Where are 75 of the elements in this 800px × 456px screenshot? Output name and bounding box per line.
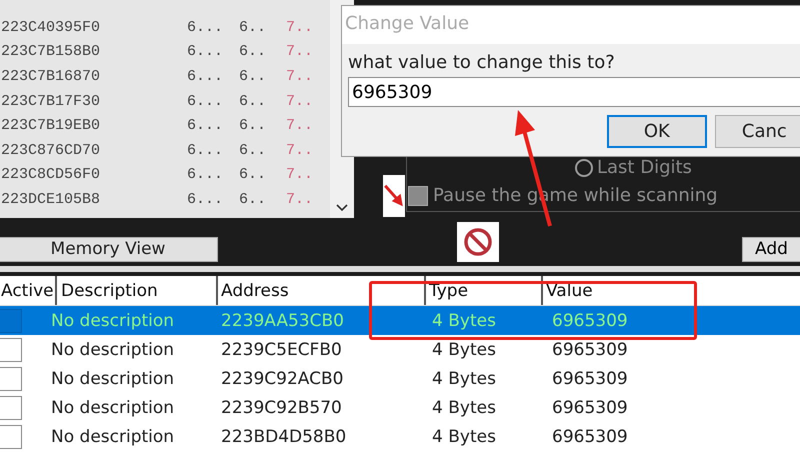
table-row[interactable]: No description 2239C92ACB0 4 Bytes 6965309 [0,364,800,393]
table-cell-text: No description [50,398,176,418]
table-cell-text: 6965309 [551,310,629,330]
value-cell-text: 6... [187,166,224,184]
table-cell-text: 2239AA53CB0 [220,310,345,330]
value-cell-text: 6.. [239,166,268,184]
value-cell: 7.. [286,142,314,159]
value-cell-text: 6.. [239,18,268,36]
address-cell-text: 223C876CD70 [1,142,102,159]
checkbox[interactable] [0,396,22,420]
value-cell-text: 6.. [239,92,268,110]
table-cell-text: 4 Bytes [431,368,497,388]
value-cell: 7.. [286,117,314,134]
add-button[interactable]: Add [742,236,800,262]
table-cell-text: 2239C92ACB0 [220,368,344,388]
table-cell-text: No description [50,340,176,360]
table-cell-text: 223BD4D58B0 [220,426,348,446]
value-cell-text: 6... [187,68,224,85]
address-cell-text: 223C7B158B0 [1,43,102,60]
table-cell-text: No description [50,426,176,446]
value-cell-text: 6.. [239,117,268,134]
table-cell-text: 6965309 [551,368,629,388]
table-row[interactable]: No description 223BD4D58B0 4 Bytes 6965309 [0,422,800,451]
dialog-button[interactable]: Canc [714,115,800,148]
value-cell: 7.. [286,18,314,36]
table-row[interactable]: No description 2239C92B570 4 Bytes 6965309 [0,393,800,422]
dialog-button[interactable]: OK [607,115,707,148]
scroll-down-icon[interactable] [336,204,348,212]
prohibited-icon [463,227,493,257]
value-cell-text: 6.. [239,190,268,208]
prompt-text: what value to change this to? [348,52,616,73]
table-row[interactable]: No description 2239C5ECFB0 4 Bytes 6965309 [0,335,800,364]
address-cell-text: 223DCE105B8 [1,190,102,208]
add-address-button[interactable] [383,175,405,217]
value-cell-text: 6.. [239,43,268,60]
value-cell-text: 6... [187,142,224,159]
value-cell-text: 6... [187,190,224,208]
clear-button[interactable] [457,222,499,262]
checkbox[interactable] [0,308,22,332]
table-cell-text: 6965309 [551,398,629,418]
address-cell-text: 223C8CD56F0 [1,166,102,184]
table-cell-text: 4 Bytes [431,310,497,330]
column-header[interactable]: Value [543,276,800,305]
value-cell: 7.. [286,190,314,208]
address-cell-text: 223C7B19EB0 [1,117,102,134]
dialog-title: Change Value [342,6,800,44]
value-cell: 7.. [286,68,314,85]
table-cell-text: 6965309 [551,426,629,446]
table-cell-text: 6965309 [551,340,629,360]
address-cell-text: 223C7B17F30 [1,92,102,110]
table-cell-text: 2239C5ECFB0 [220,340,343,360]
checkbox[interactable] [0,366,22,390]
value-cell-text: 6.. [239,68,268,85]
table-cell-text: 4 Bytes [431,426,497,446]
checkbox[interactable] [0,424,22,448]
memory-view-button[interactable]: Memory View [0,236,218,262]
value-cell-text: 6... [187,92,224,110]
value-cell-text: 6... [187,18,224,36]
table-cell-text: 2239C92B570 [220,398,343,418]
value-cell-text: 6... [187,117,224,134]
table-cell-text: 4 Bytes [431,340,497,360]
value-cell-text: 6.. [239,142,268,159]
address-cell-text: 223C40395F0 [1,18,102,36]
checkbox[interactable] [408,186,428,206]
checkbox[interactable] [0,338,22,362]
table-cell-text: No description [50,310,176,330]
table-cell-text: 4 Bytes [431,398,497,418]
address-cell-text: 223C7B16870 [1,68,102,85]
table-cell-text: No description [50,368,176,388]
input-field[interactable]: 6965309 [348,77,800,107]
value-cell: 7.. [286,92,314,110]
radio-label: Last Digits [597,157,692,178]
value-cell: 7.. [286,43,314,60]
value-cell: 7.. [286,166,314,184]
value-cell-text: 6... [187,43,224,60]
